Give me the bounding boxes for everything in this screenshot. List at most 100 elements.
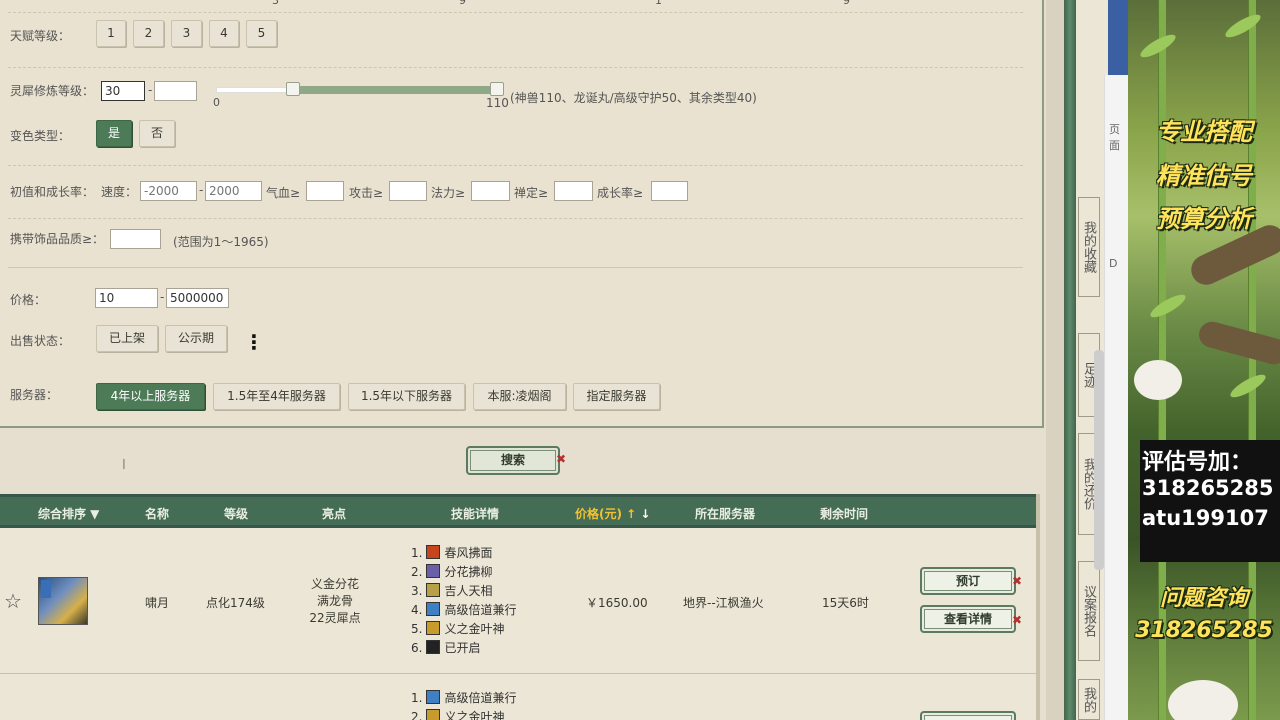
time-header: 剩余时间 [820, 507, 869, 521]
search-button[interactable]: 搜索 [466, 446, 560, 475]
tree-branch-graphic [1196, 318, 1280, 368]
skill-icon [426, 564, 441, 578]
highlight-item: 义金分花 [310, 577, 359, 591]
ornament-input[interactable] [110, 229, 161, 249]
speed-min-input[interactable] [140, 181, 197, 201]
skill-name: 义之金叶神 [444, 710, 505, 720]
sort-header[interactable]: 综合排序 ▼ [38, 505, 99, 522]
server-option-specify[interactable]: 指定服务器 [573, 383, 660, 410]
skill-item[interactable]: 1. 春风拂面 [411, 544, 492, 563]
text-cursor-icon: I [122, 458, 126, 473]
panda-graphic [1134, 360, 1182, 400]
talent-option-1[interactable]: 1 [96, 20, 126, 47]
talent-option-2[interactable]: 2 [133, 20, 164, 47]
talent-option-4[interactable]: 4 [209, 20, 239, 47]
reserve-button[interactable]: 预订 [920, 567, 1016, 595]
more-icon[interactable]: ⋮ [244, 332, 264, 352]
skill-icon [426, 690, 441, 704]
reserve-button[interactable] [920, 711, 1016, 720]
skill-item[interactable]: 6. 已开启 [411, 639, 480, 658]
scrollbar[interactable] [1094, 350, 1104, 570]
spirit-min-input[interactable] [101, 81, 145, 101]
growth-label: 成长率≥ [597, 186, 644, 200]
divider [8, 12, 1023, 13]
growth-input[interactable] [651, 181, 688, 201]
spirit-max-input[interactable] [154, 81, 197, 101]
highlight-item: 22灵犀点 [309, 611, 361, 625]
skill-index: 4. [411, 603, 423, 617]
color-type-label: 变色类型： [10, 129, 71, 143]
pet-avatar[interactable] [38, 577, 88, 625]
color-yes-button[interactable]: 是 [96, 120, 132, 147]
spirit-slider-max-handle[interactable] [490, 82, 504, 96]
divider [8, 267, 1023, 268]
skill-item[interactable]: 2. 义之金叶神 [411, 708, 504, 720]
spirit-note: (神兽110、龙诞丸/高级守护50、其余类型40) [510, 91, 757, 105]
ornament-note: (范围为1～1965) [173, 235, 269, 249]
server-option-under-1-5y[interactable]: 1.5年以下服务器 [348, 383, 465, 410]
zen-input[interactable] [554, 181, 593, 201]
attack-label: 攻击≥ [349, 186, 384, 200]
divider [8, 67, 1023, 68]
highlight-header: 亮点 [322, 507, 347, 521]
ad-banner: 专业搭配 精准估号 预算分析 评估号加： 318265285 atu199107… [1128, 0, 1280, 720]
talent-option-3[interactable]: 3 [171, 20, 202, 47]
remaining-time: 15天6时 [822, 596, 869, 610]
bamboo-graphic [1248, 0, 1256, 720]
name-header: 名称 [145, 507, 170, 521]
price-header[interactable]: 价格(元) ↑ ↓ [575, 505, 650, 522]
talent-option-5[interactable]: 5 [246, 20, 277, 47]
skill-item[interactable]: 5. 义之金叶神 [411, 620, 504, 639]
favorite-star-icon[interactable]: ☆ [4, 589, 22, 613]
ornament-label: 携带饰品品质≥： [10, 232, 105, 246]
talent-label: 天赋等级： [10, 29, 71, 43]
contact-line: 318265285 [1142, 476, 1274, 500]
color-no-button[interactable]: 否 [139, 120, 175, 147]
frame-stripe [1064, 0, 1076, 720]
mana-input[interactable] [471, 181, 510, 201]
ribbon-icon: ✖ [1012, 613, 1023, 627]
initial-label: 初值和成长率： [10, 185, 95, 199]
skill-item[interactable]: 3. 吉人天相 [411, 582, 492, 601]
skill-name: 高级倍道兼行 [444, 603, 517, 617]
top-num: 3 [272, 0, 279, 7]
pet-level: 点化174级 [206, 596, 265, 610]
skill-index: 5. [411, 622, 423, 636]
hp-label: 气血≥ [266, 186, 301, 200]
ad-contact-box: 评估号加： 318265285 atu199107 [1140, 440, 1280, 562]
server-label: 服务器： [10, 388, 59, 402]
side-tab-favorites[interactable]: 我的收藏 [1078, 197, 1100, 297]
spirit-slider-min-handle[interactable] [286, 82, 300, 96]
slider-min-label: 0 [213, 96, 220, 109]
dash: - [148, 83, 153, 97]
pet-name[interactable]: 啸月 [145, 594, 169, 611]
attack-input[interactable] [389, 181, 427, 201]
leaf-graphic [1222, 10, 1264, 42]
server-option-1-5y-4y[interactable]: 1.5年至4年服务器 [213, 383, 340, 410]
dash: - [199, 183, 204, 197]
server-option-local[interactable]: 本服:凌烟阁 [473, 383, 566, 410]
skill-index: 2. [411, 565, 423, 579]
skill-item[interactable]: 1. 高级倍道兼行 [411, 689, 516, 708]
side-tab-proposal[interactable]: 议案报名 [1078, 561, 1100, 661]
mana-label: 法力≥ [431, 186, 466, 200]
server-option-4y[interactable]: 4年以上服务器 [96, 383, 205, 410]
side-tab-mine[interactable]: 我的 [1078, 679, 1100, 720]
skill-icon [426, 709, 441, 720]
table-edge [1036, 494, 1040, 720]
level-header: 等级 [224, 507, 249, 521]
price-min-input[interactable] [95, 288, 158, 308]
publicity-button[interactable]: 公示期 [165, 325, 227, 352]
skill-name: 分花拂柳 [444, 565, 493, 579]
on-sale-button[interactable]: 已上架 [96, 325, 158, 352]
price-max-input[interactable] [166, 288, 229, 308]
hp-input[interactable] [306, 181, 344, 201]
skill-item[interactable]: 2. 分花拂柳 [411, 563, 492, 582]
contact-line: 评估号加： [1142, 450, 1253, 475]
skill-name: 义之金叶神 [444, 622, 505, 636]
skill-name: 高级倍道兼行 [444, 691, 517, 705]
skill-item[interactable]: 4. 高级倍道兼行 [411, 601, 516, 620]
view-detail-button[interactable]: 查看详情 [920, 605, 1016, 633]
speed-max-input[interactable] [205, 181, 262, 201]
row-divider [0, 673, 1040, 674]
